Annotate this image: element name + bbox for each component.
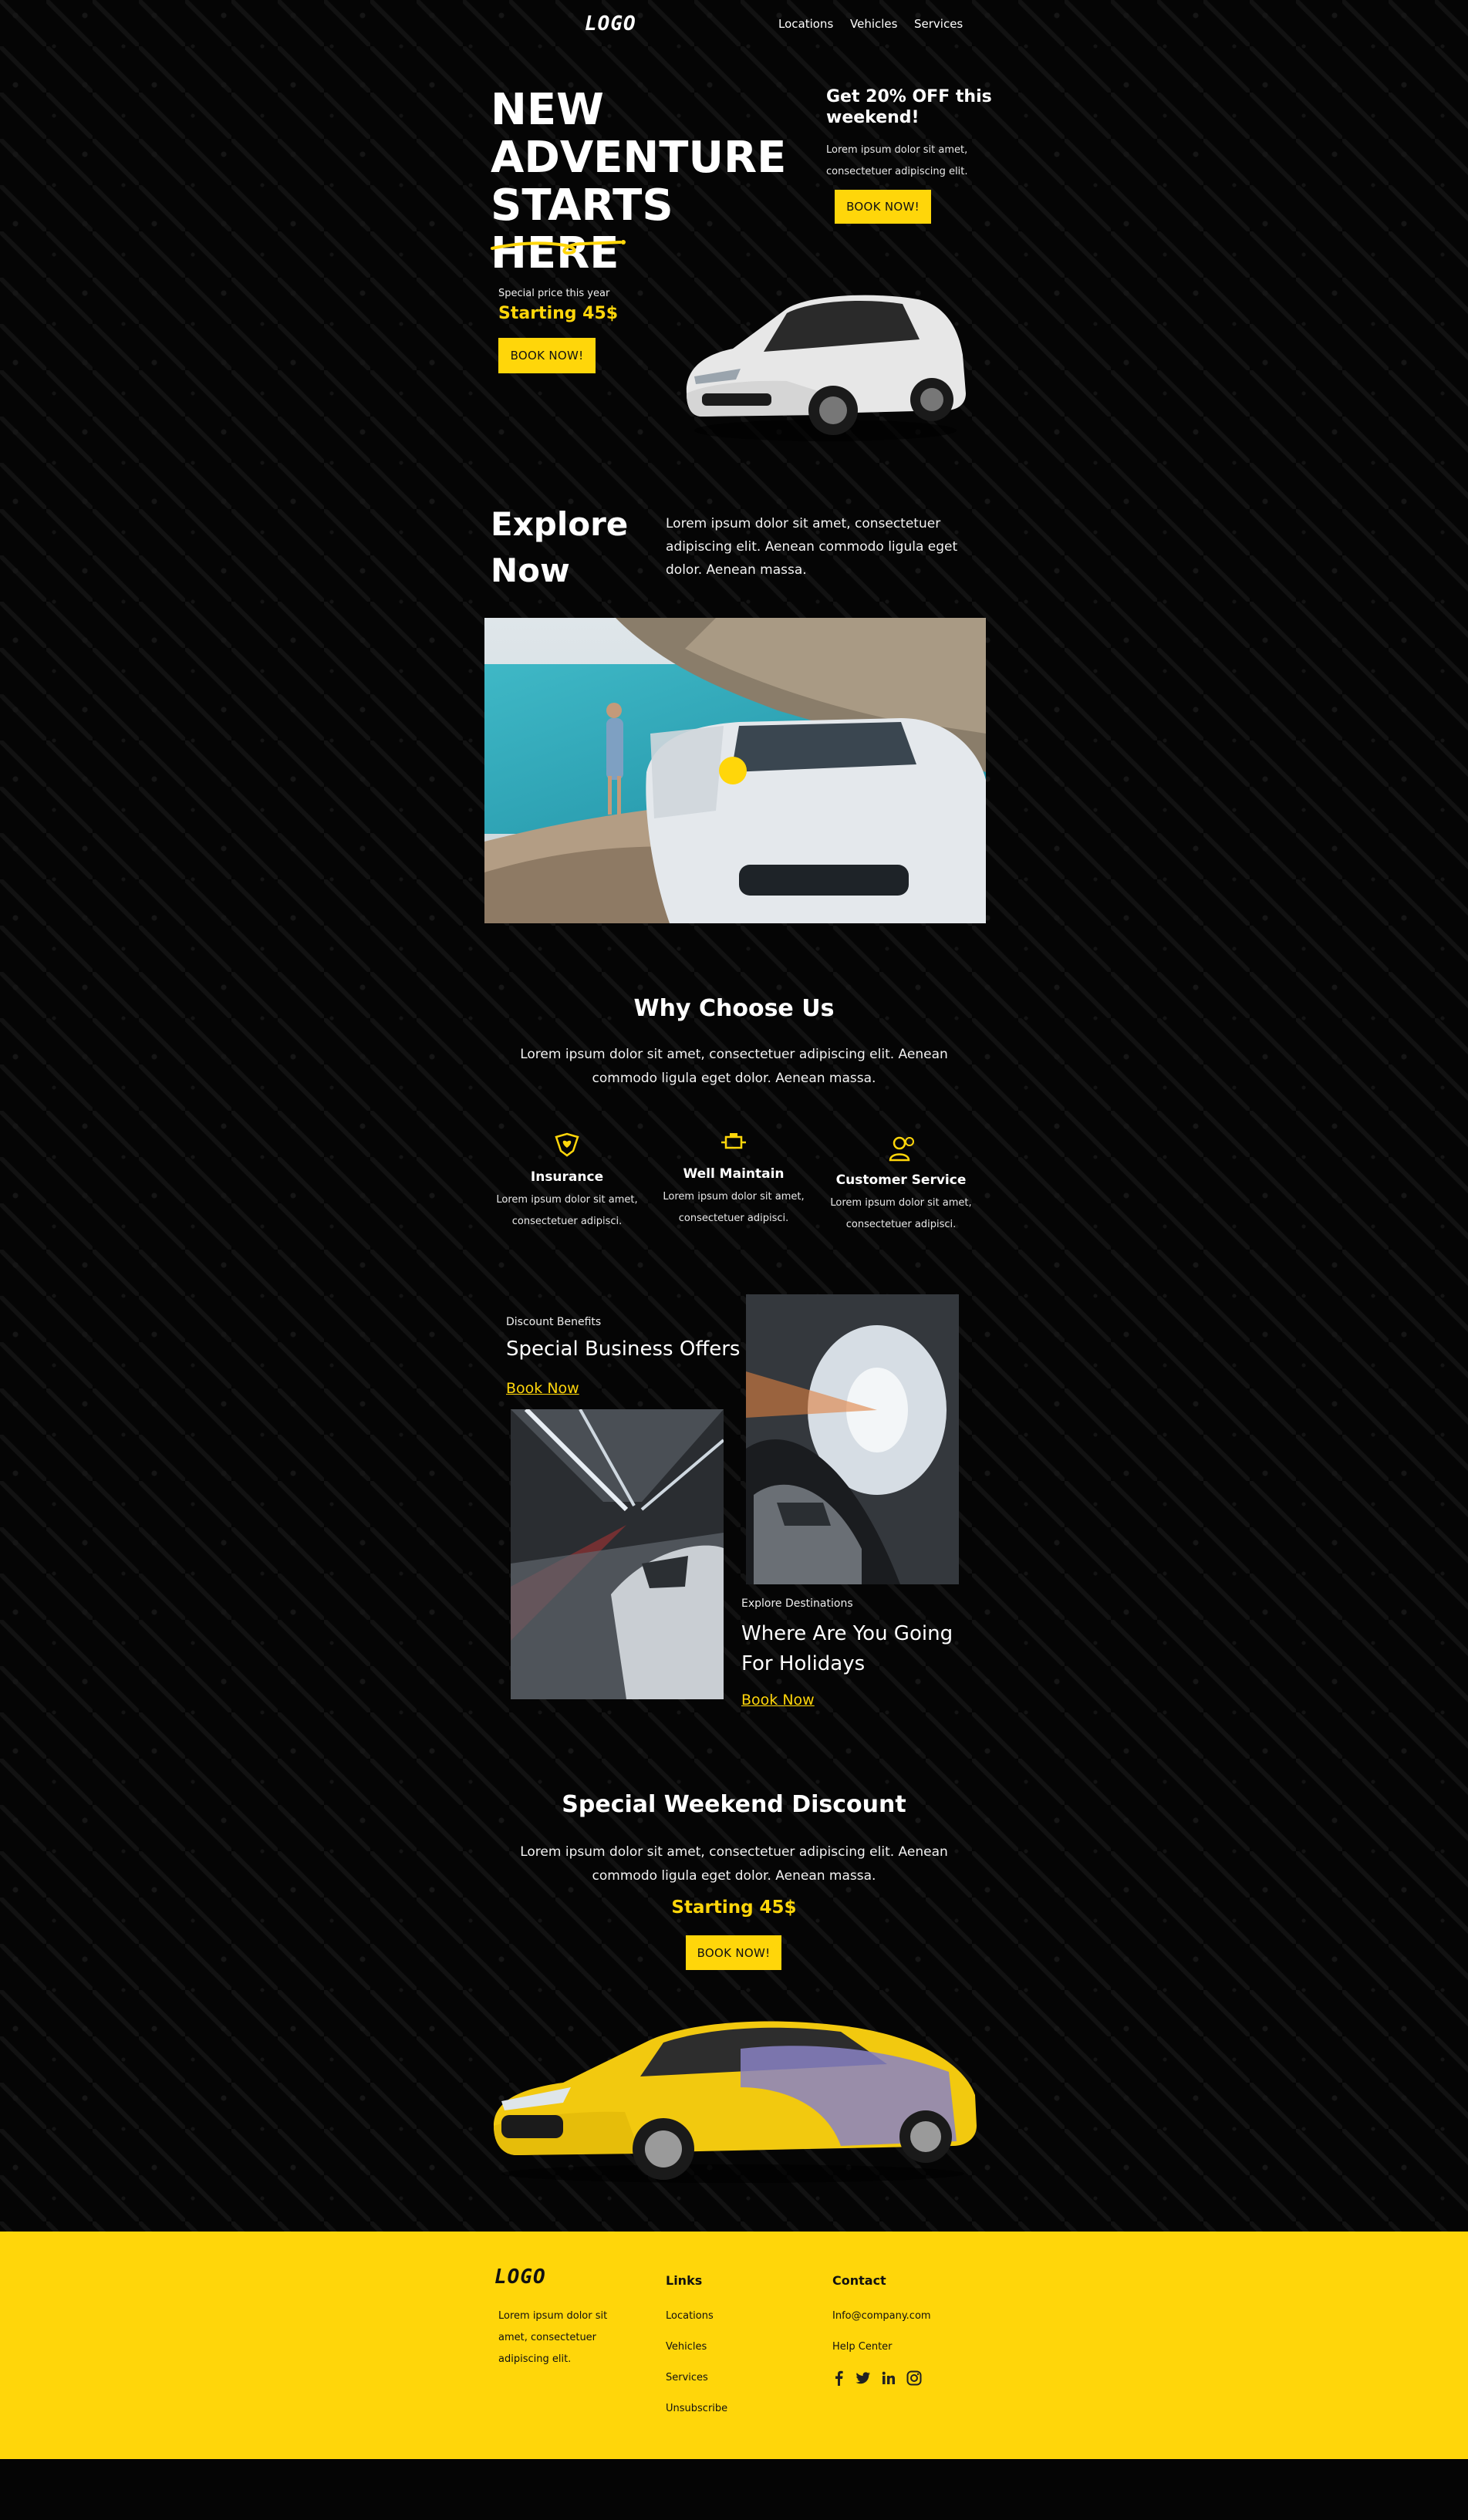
- promo-title: Get 20% OFF this weekend!: [826, 87, 992, 127]
- business-label: Discount Benefits: [506, 1316, 602, 1328]
- linkedin-icon[interactable]: [882, 2371, 896, 2385]
- nav-services[interactable]: Services: [914, 17, 963, 31]
- facebook-icon[interactable]: [832, 2370, 845, 2386]
- explore-photo: [484, 618, 986, 923]
- twitter-icon[interactable]: [855, 2371, 871, 2385]
- feature-customer-service: Customer Service Lorem ipsum dolor sit a…: [816, 1132, 986, 1236]
- destinations-title-line-2: For Holidays: [741, 1652, 866, 1675]
- footer-link-services[interactable]: Services: [666, 2372, 708, 2383]
- tunnel-photo-left: [511, 1409, 724, 1699]
- starting-price: Starting 45$: [498, 304, 619, 323]
- instagram-icon[interactable]: [906, 2370, 922, 2386]
- promo-book-button[interactable]: BOOK NOW!: [835, 190, 931, 224]
- customer-service-icon: [889, 1136, 914, 1162]
- explore-text: Lorem ipsum dolor sit amet, consectetuer…: [666, 516, 958, 578]
- feature-desc: Lorem ipsum dolor sit amet, consectetuer…: [830, 1197, 972, 1230]
- weekend-title: Special Weekend Discount: [562, 1791, 906, 1818]
- hero-title-line-2: ADVENTURE: [491, 133, 787, 183]
- special-price-label: Special price this year: [498, 288, 610, 299]
- business-title: Special Business Offers: [506, 1338, 741, 1361]
- footer-links-title: Links: [666, 2273, 703, 2288]
- weekend-book-button[interactable]: BOOK NOW!: [686, 1935, 781, 1970]
- destinations-book-link[interactable]: Book Now: [741, 1692, 815, 1709]
- feature-title: Insurance: [530, 1169, 604, 1185]
- footer-link-locations[interactable]: Locations: [666, 2310, 714, 2322]
- feature-title: Well Maintain: [683, 1166, 785, 1182]
- white-car-image: [686, 295, 966, 441]
- footer-logo[interactable]: LOGO: [494, 2265, 546, 2289]
- footer-email[interactable]: Info@company.com: [832, 2310, 931, 2322]
- footer-link-vehicles[interactable]: Vehicles: [666, 2341, 707, 2353]
- engine-icon: [721, 1133, 746, 1149]
- footer-help-center[interactable]: Help Center: [832, 2341, 893, 2353]
- explore-title-line-1: Explore: [491, 505, 629, 543]
- header-logo[interactable]: LOGO: [585, 12, 636, 35]
- promo-text: Lorem ipsum dolor sit amet, consectetuer…: [826, 144, 968, 177]
- why-title: Why Choose Us: [633, 995, 835, 1022]
- social-icons: [832, 2370, 922, 2386]
- destinations-label: Explore Destinations: [741, 1597, 853, 1610]
- squiggle-underline: [491, 240, 626, 255]
- weekend-text: Lorem ipsum dolor sit amet, consectetuer…: [520, 1844, 948, 1884]
- weekend-price: Starting 45$: [671, 1898, 797, 1918]
- bottom-bar: [0, 2459, 1468, 2520]
- footer-about: Lorem ipsum dolor sit amet, consectetuer…: [498, 2310, 608, 2365]
- explore-title-line-2: Now: [491, 552, 570, 589]
- destinations-title-line-1: Where Are You Going: [741, 1622, 953, 1645]
- footer-contact-title: Contact: [832, 2273, 886, 2288]
- hero-title-line-1: NEW: [491, 85, 604, 135]
- nav-locations[interactable]: Locations: [778, 17, 833, 31]
- explore-title: Explore Now: [491, 501, 628, 594]
- why-text: Lorem ipsum dolor sit amet, consectetuer…: [520, 1047, 948, 1086]
- feature-well-maintain: Well Maintain Lorem ipsum dolor sit amet…: [649, 1126, 818, 1230]
- feature-insurance: Insurance Lorem ipsum dolor sit amet, co…: [482, 1129, 652, 1233]
- business-book-link[interactable]: Book Now: [506, 1380, 579, 1397]
- hero-book-button[interactable]: BOOK NOW!: [498, 338, 596, 373]
- shield-heart-icon: [555, 1132, 579, 1157]
- footer: LOGO Lorem ipsum dolor sit amet, consect…: [0, 2232, 1468, 2459]
- feature-desc: Lorem ipsum dolor sit amet, consectetuer…: [663, 1191, 805, 1224]
- hero-title-line-3: STARTS HERE: [491, 180, 673, 278]
- yellow-car-image: [494, 2021, 977, 2183]
- feature-title: Customer Service: [835, 1172, 967, 1188]
- tunnel-photo-right: [746, 1294, 959, 1584]
- destinations-title: Where Are You Going For Holidays: [741, 1619, 953, 1679]
- footer-link-unsubscribe[interactable]: Unsubscribe: [666, 2403, 727, 2414]
- nav-vehicles[interactable]: Vehicles: [850, 17, 897, 31]
- feature-desc: Lorem ipsum dolor sit amet, consectetuer…: [496, 1194, 638, 1227]
